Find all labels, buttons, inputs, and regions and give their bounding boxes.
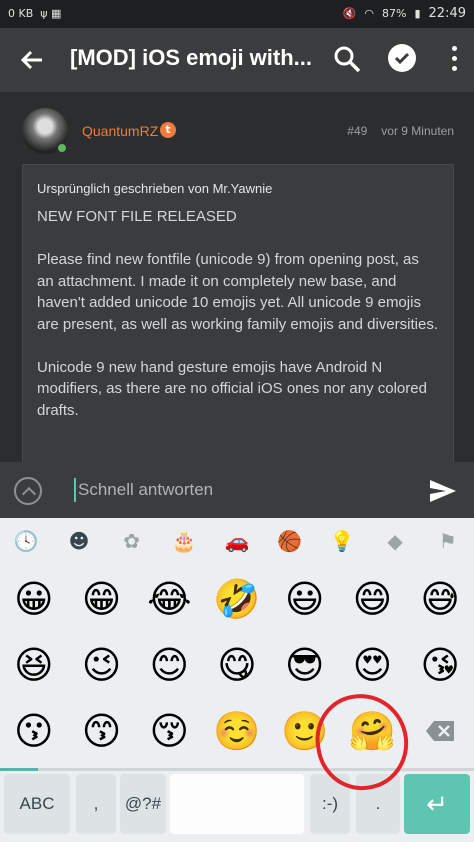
clock: 22:49 — [428, 6, 466, 21]
emoji-key[interactable]: ☺️ — [203, 698, 271, 764]
usb-icon: ψ ▦ — [36, 7, 62, 20]
quick-reply-input[interactable]: Schnell antworten — [74, 478, 213, 502]
emoji-row: 😆 😉 😊 😋 😎 😍 😘 — [0, 632, 474, 698]
back-arrow-icon[interactable] — [18, 46, 46, 74]
send-icon[interactable] — [428, 478, 458, 504]
author-name[interactable]: QuantumRZ — [82, 123, 158, 139]
quote-header[interactable]: Ursprünglich geschrieben von Mr.Yawnie — [37, 181, 439, 196]
post-time: vor 9 Minuten — [381, 124, 454, 138]
quote-paragraph: Please find new fontfile (unicode 9) fro… — [37, 251, 438, 333]
data-rate: 0 KB — [8, 7, 34, 20]
emoji-key[interactable]: 😅 — [406, 566, 474, 632]
recent-icon[interactable]: 🕓 — [0, 518, 53, 564]
expand-up-icon[interactable] — [14, 477, 42, 505]
emoji-key[interactable]: 😚 — [135, 698, 203, 764]
emoji-key[interactable]: 😙 — [68, 698, 136, 764]
abc-key[interactable]: ABC — [4, 774, 70, 834]
activity-icon[interactable]: 🏀 — [263, 518, 316, 564]
emoji-key[interactable]: 😊 — [135, 632, 203, 698]
nature-icon[interactable]: ✿ — [105, 518, 158, 564]
flags-icon[interactable]: ⚑ — [421, 518, 474, 564]
emoji-key[interactable]: 😘 — [406, 632, 474, 698]
emoji-key[interactable]: 😆 — [0, 632, 68, 698]
travel-icon[interactable]: 🚗 — [211, 518, 264, 564]
status-left: 0 KB ψ ▦ — [8, 7, 61, 20]
app-bar: [MOD] iOS emoji with... — [0, 28, 474, 92]
emoji-key[interactable]: 😋 — [203, 632, 271, 698]
emoji-key[interactable]: 😀 — [0, 566, 68, 632]
comma-key[interactable]: , — [76, 774, 116, 834]
enter-key[interactable]: ↵ — [404, 774, 470, 834]
quote-block: Ursprünglich geschrieben von Mr.Yawnie N… — [22, 164, 454, 462]
emoji-key[interactable]: 😂 — [135, 566, 203, 632]
status-right: 🔇 ◠ 87% ▮ 22:49 — [343, 6, 466, 21]
quote-paragraph: NEW FONT FILE RELEASED — [37, 208, 237, 225]
mute-icon: 🔇 — [342, 7, 357, 20]
battery-icon: ▮ — [414, 7, 421, 20]
emoji-keyboard: 🕓 ☻ ✿ 🎂 🚗 🏀 💡 ◆ ⚑ 😀 😁 😂 🤣 😃 😄 😅 😆 😉 😊 😋 … — [0, 518, 474, 842]
more-vert-icon[interactable] — [444, 46, 464, 74]
space-key[interactable] — [170, 774, 304, 834]
emoji-key[interactable]: 😃 — [271, 566, 339, 632]
food-icon[interactable]: 🎂 — [158, 518, 211, 564]
emoji-key[interactable]: 😁 — [68, 566, 136, 632]
post-number[interactable]: #49 — [347, 124, 367, 138]
objects-icon[interactable]: 💡 — [316, 518, 369, 564]
post: QuantumRZ t #49 vor 9 Minuten Ursprünglic… — [0, 92, 474, 462]
post-meta: #49 vor 9 Minuten — [347, 124, 454, 138]
wifi-icon: ◠ — [364, 7, 375, 20]
page-title: [MOD] iOS emoji with... — [70, 45, 312, 70]
user-badge-icon: t — [160, 122, 176, 138]
emoji-key[interactable]: 😎 — [271, 632, 339, 698]
emoji-key[interactable]: 😗 — [0, 698, 68, 764]
emoji-key[interactable]: 😍 — [339, 632, 407, 698]
emoji-row: 😀 😁 😂 🤣 😃 😄 😅 — [0, 566, 474, 632]
emoji-key[interactable]: 🤣 — [203, 566, 271, 632]
battery-percent: 87% — [382, 7, 407, 20]
status-bar: 0 KB ψ ▦ 🔇 ◠ 87% ▮ 22:49 — [0, 0, 474, 28]
symbols-key[interactable]: @?# — [120, 774, 166, 834]
symbols-icon[interactable]: ◆ — [369, 518, 422, 564]
emoji-key[interactable]: 😄 — [339, 566, 407, 632]
check-icon[interactable] — [388, 44, 416, 72]
emoji-key[interactable]: 😉 — [68, 632, 136, 698]
emoji-page-indicator — [0, 768, 474, 771]
online-indicator — [56, 142, 68, 154]
keyboard-bottom-row: ABC , @?# :-) . ↵ — [0, 774, 474, 836]
emoji-category-bar: 🕓 ☻ ✿ 🎂 🚗 🏀 💡 ◆ ⚑ — [0, 518, 474, 564]
backspace-icon[interactable] — [406, 698, 474, 764]
search-icon[interactable] — [332, 44, 362, 74]
quick-reply-bar: Schnell antworten — [0, 462, 474, 518]
smileys-icon[interactable]: ☻ — [53, 518, 106, 564]
quote-paragraph: Unicode 9 new hand gesture emojis have A… — [37, 358, 427, 419]
